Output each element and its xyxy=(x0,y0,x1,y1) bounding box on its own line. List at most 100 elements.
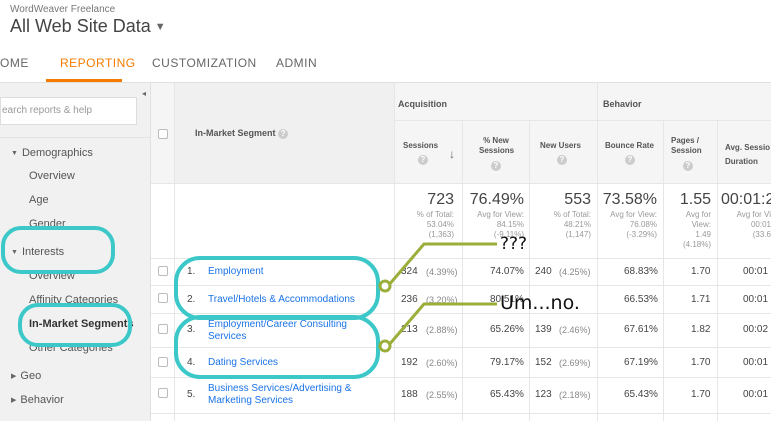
row-index: 3. xyxy=(187,324,196,335)
sessions-value: 324 xyxy=(401,266,418,277)
row-index: 5. xyxy=(187,389,196,400)
new-users-percent: (2.46%) xyxy=(559,325,591,335)
column-header-new-sessions[interactable]: % New Sessions xyxy=(479,136,515,156)
help-icon[interactable]: ? xyxy=(625,155,635,165)
divider xyxy=(151,347,771,348)
sidebar-item-interests[interactable]: ▼ Interests xyxy=(11,246,64,258)
bounce-rate-value: 67.19% xyxy=(624,357,658,368)
column-header-label: Avg. Sessio xyxy=(725,143,771,152)
active-tab-indicator xyxy=(46,79,122,82)
tab-customization[interactable]: CUSTOMIZATION xyxy=(152,56,257,70)
segment-link-employment-career[interactable]: Employment/Career Consulting Services xyxy=(208,319,347,343)
sidebar-item-interests-overview[interactable]: Overview xyxy=(29,270,75,282)
duration-value: 00:02 xyxy=(743,324,769,335)
divider xyxy=(663,120,664,421)
help-icon[interactable]: ? xyxy=(683,161,693,171)
divider xyxy=(0,137,150,138)
search-placeholder: earch reports & help xyxy=(2,105,93,116)
help-icon[interactable]: ? xyxy=(491,161,501,171)
new-users-percent: (2.18%) xyxy=(559,390,591,400)
tab-admin[interactable]: ADMIN xyxy=(276,56,317,70)
row-checkbox[interactable] xyxy=(158,266,168,276)
bounce-rate-value: 67.61% xyxy=(624,324,658,335)
row-checkbox[interactable] xyxy=(158,324,168,334)
select-all-checkbox[interactable] xyxy=(158,129,168,139)
row-checkbox[interactable] xyxy=(158,388,168,398)
divider xyxy=(174,83,175,421)
sidebar-item-gender[interactable]: Gender xyxy=(29,218,66,230)
bounce-rate-value: 68.83% xyxy=(624,266,658,277)
column-header-sessions[interactable]: Sessions xyxy=(403,141,438,150)
help-icon[interactable]: ? xyxy=(278,129,289,139)
total-pages-session-detail: Avg for View: 1.49 (4.18%) xyxy=(682,210,711,249)
search-input[interactable]: earch reports & help xyxy=(0,97,137,125)
sessions-percent: (2.88%) xyxy=(426,325,458,335)
divider xyxy=(394,83,395,421)
row-checkbox[interactable] xyxy=(158,293,168,303)
duration-value: 00:01 xyxy=(743,389,769,400)
divider xyxy=(151,377,771,378)
account-name[interactable]: WordWeaver Freelance xyxy=(10,4,115,15)
tab-home[interactable]: OME xyxy=(0,56,29,70)
collapsed-triangle-icon: ▶ xyxy=(11,397,17,404)
sessions-percent: (3.20%) xyxy=(426,295,458,305)
total-sessions-detail: % of Total: 53.04% (1,363) xyxy=(416,210,454,239)
sidebar: earch reports & help ◂ ▼ Demographics Ove… xyxy=(0,83,151,421)
sidebar-item-label: Interests xyxy=(21,246,65,258)
group-header-acquisition: Acquisition xyxy=(398,99,447,109)
column-header-new-users[interactable]: New Users xyxy=(540,141,581,150)
segment-link-business-services[interactable]: Business Services/Advertising & Marketing… xyxy=(208,383,351,407)
top-nav: OME REPORTING CUSTOMIZATION ADMIN xyxy=(0,44,771,83)
total-avg-duration: 00:01:2 xyxy=(721,191,771,208)
divider xyxy=(597,83,598,421)
help-icon[interactable]: ? xyxy=(418,155,428,165)
bounce-rate-value: 65.43% xyxy=(624,389,658,400)
column-header-label: Sessions xyxy=(403,141,439,150)
total-new-users: 553 xyxy=(564,191,591,208)
divider xyxy=(394,120,771,121)
sessions-value: 236 xyxy=(401,294,418,305)
divider xyxy=(151,258,771,259)
sidebar-item-other-categories[interactable]: Other Categories xyxy=(29,342,113,354)
sidebar-item-in-market-segments[interactable]: In-Market Segments xyxy=(29,318,134,330)
sidebar-item-affinity-categories[interactable]: Affinity Categories xyxy=(29,294,118,306)
expanded-triangle-icon: ▼ xyxy=(11,249,18,256)
divider xyxy=(151,285,771,286)
new-sessions-value: 74.07% xyxy=(490,266,524,277)
caret-down-icon: ▼ xyxy=(154,21,166,33)
segment-link-travel[interactable]: Travel/Hotels & Accommodations xyxy=(208,294,355,306)
tab-reporting[interactable]: REPORTING xyxy=(60,56,136,70)
sessions-value: 213 xyxy=(401,324,418,335)
row-checkbox[interactable] xyxy=(158,357,168,367)
divider xyxy=(151,313,771,314)
expanded-triangle-icon: ▼ xyxy=(11,150,18,157)
sidebar-item-behavior[interactable]: ▶ Behavior xyxy=(11,394,64,406)
segment-link-employment[interactable]: Employment xyxy=(208,266,264,278)
column-header-label: Sessions xyxy=(479,146,515,155)
sidebar-item-geo[interactable]: ▶ Geo xyxy=(11,370,41,382)
property-name: All Web Site Data xyxy=(10,16,151,36)
dimension-header[interactable]: In-Market Segment ? xyxy=(195,128,289,139)
sidebar-item-age[interactable]: Age xyxy=(29,194,49,206)
group-header-behavior: Behavior xyxy=(603,99,642,109)
property-selector[interactable]: All Web Site Data ▼ xyxy=(10,16,166,37)
new-users-value: 240 xyxy=(535,266,552,277)
column-header-pages-session[interactable]: Pages / Session xyxy=(671,136,702,156)
sort-descending-icon[interactable]: ↓ xyxy=(449,147,455,161)
row-index: 2. xyxy=(187,294,196,305)
segment-link-dating[interactable]: Dating Services xyxy=(208,357,278,369)
help-icon[interactable]: ? xyxy=(557,155,567,165)
total-avg-duration-detail: Avg for Vi 00:01 (33.6 xyxy=(736,210,771,239)
column-header-label: % New xyxy=(483,136,509,145)
new-users-value: 139 xyxy=(535,324,552,335)
sidebar-item-demographics[interactable]: ▼ Demographics xyxy=(11,147,93,159)
collapse-sidebar-icon[interactable]: ◂ xyxy=(142,89,146,98)
new-users-value: 152 xyxy=(535,357,552,368)
sidebar-item-label: Demographics xyxy=(21,147,93,159)
total-bounce-rate-detail: Avg for View: 76.08% (-3.29%) xyxy=(610,210,657,239)
sessions-percent: (2.55%) xyxy=(426,390,458,400)
annotation-note-2: Um...no. xyxy=(500,292,580,314)
sidebar-item-overview[interactable]: Overview xyxy=(29,170,75,182)
column-header-avg-session-duration[interactable]: Avg. Sessio Duration xyxy=(725,141,770,169)
column-header-bounce-rate[interactable]: Bounce Rate xyxy=(605,141,654,150)
